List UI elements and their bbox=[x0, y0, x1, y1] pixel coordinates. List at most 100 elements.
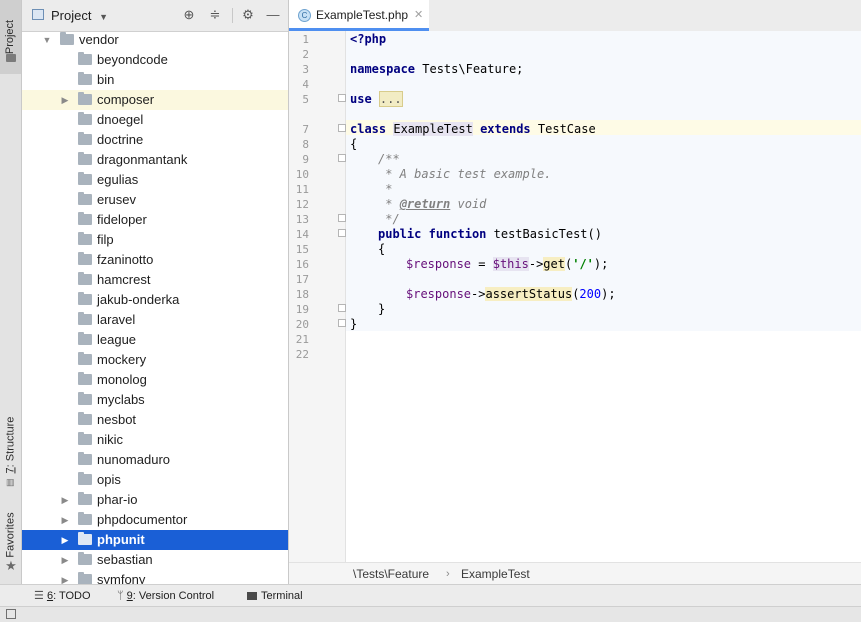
gear-icon[interactable]: ⚙ bbox=[240, 7, 256, 23]
tree-item-label: laravel bbox=[97, 312, 136, 327]
code-line-21[interactable]: } bbox=[350, 317, 357, 332]
tree-item-myclabs[interactable]: myclabs bbox=[22, 390, 288, 410]
favorites-tool-tab[interactable]: Favorites bbox=[0, 505, 21, 565]
folder-icon bbox=[78, 312, 92, 325]
folder-icon bbox=[78, 192, 92, 205]
tree-item-mockery[interactable]: mockery bbox=[22, 350, 288, 370]
folder-icon bbox=[78, 572, 92, 584]
fold-marker[interactable] bbox=[338, 214, 346, 222]
tree-item-opis[interactable]: opis bbox=[22, 470, 288, 490]
folder-icon bbox=[60, 32, 74, 45]
code-line-3[interactable]: namespace Tests\Feature; bbox=[350, 62, 523, 77]
tree-item-filp[interactable]: filp bbox=[22, 230, 288, 250]
folder-icon bbox=[78, 112, 92, 125]
tree-item-dragonmantank[interactable]: dragonmantank bbox=[22, 150, 288, 170]
status-bar bbox=[0, 606, 861, 622]
toggle-tool-windows-icon[interactable] bbox=[6, 609, 16, 619]
tree-item-doctrine[interactable]: doctrine bbox=[22, 130, 288, 150]
structure-tool-tab[interactable]: 7: Structure bbox=[0, 405, 21, 485]
folder-icon bbox=[78, 272, 92, 285]
project-view-title: Project bbox=[51, 8, 92, 23]
tree-item-label: composer bbox=[97, 92, 155, 107]
chevron-right-icon[interactable]: ▶ bbox=[60, 490, 70, 510]
tree-item-vendor[interactable]: ▼ vendor bbox=[22, 30, 288, 50]
tree-item-label: league bbox=[97, 332, 137, 347]
code-line-20[interactable]: } bbox=[378, 302, 385, 317]
tree-item-fideloper[interactable]: fideloper bbox=[22, 210, 288, 230]
tree-item-fzaninotto[interactable]: fzaninotto bbox=[22, 250, 288, 270]
tree-item-nunomaduro[interactable]: nunomaduro bbox=[22, 450, 288, 470]
fold-marker[interactable] bbox=[338, 319, 346, 327]
code-line-19[interactable]: $response->assertStatus(200); bbox=[406, 287, 616, 302]
close-icon[interactable]: ✕ bbox=[414, 0, 423, 31]
collapse-all-icon[interactable]: ≑ bbox=[207, 7, 223, 23]
code-line-9[interactable]: { bbox=[350, 137, 357, 152]
breadcrumb-namespace[interactable]: \Tests\Feature bbox=[353, 563, 429, 585]
fold-marker[interactable] bbox=[338, 304, 346, 312]
tab-example-test[interactable]: C ExampleTest.php ✕ bbox=[289, 0, 429, 31]
chevron-right-icon[interactable]: ▶ bbox=[60, 510, 70, 530]
code-line-13[interactable]: * @return void bbox=[378, 197, 486, 212]
bottom-tool-bar: ☰ 6: TODO ᛘ 9: Version Control Terminal bbox=[0, 584, 861, 607]
line-number: 14 bbox=[295, 228, 309, 241]
tree-item-composer[interactable]: ▶ composer bbox=[22, 90, 288, 110]
tree-item-nikic[interactable]: nikic bbox=[22, 430, 288, 450]
minimize-icon[interactable]: — bbox=[265, 7, 281, 23]
tree-item-bin[interactable]: bin bbox=[22, 70, 288, 90]
folder-icon bbox=[78, 352, 92, 365]
tree-item-label: nunomaduro bbox=[97, 452, 170, 467]
tree-item-laravel[interactable]: laravel bbox=[22, 310, 288, 330]
code-line-10[interactable]: /** bbox=[378, 152, 400, 167]
tree-item-phpdocumentor[interactable]: ▶ phpdocumentor bbox=[22, 510, 288, 530]
tree-item-hamcrest[interactable]: hamcrest bbox=[22, 270, 288, 290]
tree-item-label: fideloper bbox=[97, 212, 147, 227]
tree-item-phar-io[interactable]: ▶ phar-io bbox=[22, 490, 288, 510]
tree-item-label: doctrine bbox=[97, 132, 144, 147]
line-number: 2 bbox=[302, 48, 309, 61]
fold-marker[interactable] bbox=[338, 154, 346, 162]
code-line-16[interactable]: { bbox=[378, 242, 385, 257]
chevron-right-icon[interactable]: ▶ bbox=[60, 550, 70, 570]
code-line-11[interactable]: * A basic test example. bbox=[378, 167, 551, 182]
code-line-8[interactable]: class ExampleTest extends TestCase bbox=[350, 122, 596, 137]
chevron-right-icon[interactable]: ▶ bbox=[60, 530, 70, 550]
todo-tool-button[interactable]: ☰ 6: TODO bbox=[34, 585, 91, 607]
code-line-5[interactable]: use ... bbox=[350, 91, 403, 107]
fold-marker[interactable] bbox=[338, 94, 346, 102]
tree-item-beyondcode[interactable]: beyondcode bbox=[22, 50, 288, 70]
tree-item-monolog[interactable]: monolog bbox=[22, 370, 288, 390]
folder-icon bbox=[78, 332, 92, 345]
code-line-1[interactable]: <?php bbox=[350, 32, 386, 47]
tree-item-nesbot[interactable]: nesbot bbox=[22, 410, 288, 430]
tree-item-dnoegel[interactable]: dnoegel bbox=[22, 110, 288, 130]
structure-tool-label: 7: Structure bbox=[4, 416, 17, 474]
code-line-15[interactable]: public function testBasicTest() bbox=[378, 227, 602, 242]
fold-marker[interactable] bbox=[338, 229, 346, 237]
code-line-17[interactable]: $response = $this->get('/'); bbox=[406, 257, 608, 272]
fold-marker[interactable] bbox=[338, 124, 346, 132]
project-tool-icon bbox=[6, 54, 16, 62]
tree-item-label: beyondcode bbox=[97, 52, 168, 67]
folder-icon bbox=[78, 512, 92, 525]
version-control-tool-button[interactable]: ᛘ 9: Version Control bbox=[117, 585, 214, 607]
code-line-12[interactable]: * bbox=[378, 182, 392, 197]
tree-item-phpunit[interactable]: ▶ phpunit bbox=[22, 530, 288, 550]
locate-icon[interactable]: ⊕ bbox=[181, 7, 197, 23]
tree-item-symfony[interactable]: ▶ symfony bbox=[22, 570, 288, 584]
folded-imports[interactable]: ... bbox=[378, 91, 403, 107]
breadcrumb-class[interactable]: ExampleTest bbox=[461, 563, 530, 585]
tree-item-egulias[interactable]: egulias bbox=[22, 170, 288, 190]
tree-item-league[interactable]: league bbox=[22, 330, 288, 350]
project-view-selector[interactable]: Project ▼ bbox=[51, 0, 108, 31]
chevron-down-icon[interactable]: ▼ bbox=[42, 30, 52, 50]
chevron-right-icon[interactable]: ▶ bbox=[60, 570, 70, 584]
tree-item-erusev[interactable]: erusev bbox=[22, 190, 288, 210]
project-tool-tab[interactable]: Project bbox=[0, 0, 21, 74]
code-line-14[interactable]: */ bbox=[378, 212, 399, 227]
chevron-right-icon[interactable]: ▶ bbox=[60, 90, 70, 110]
terminal-tool-button[interactable]: Terminal bbox=[247, 585, 303, 607]
tree-item-jakub-onderka[interactable]: jakub-onderka bbox=[22, 290, 288, 310]
line-number: 22 bbox=[295, 348, 309, 361]
tree-item-label: filp bbox=[97, 232, 114, 247]
tree-item-sebastian[interactable]: ▶ sebastian bbox=[22, 550, 288, 570]
